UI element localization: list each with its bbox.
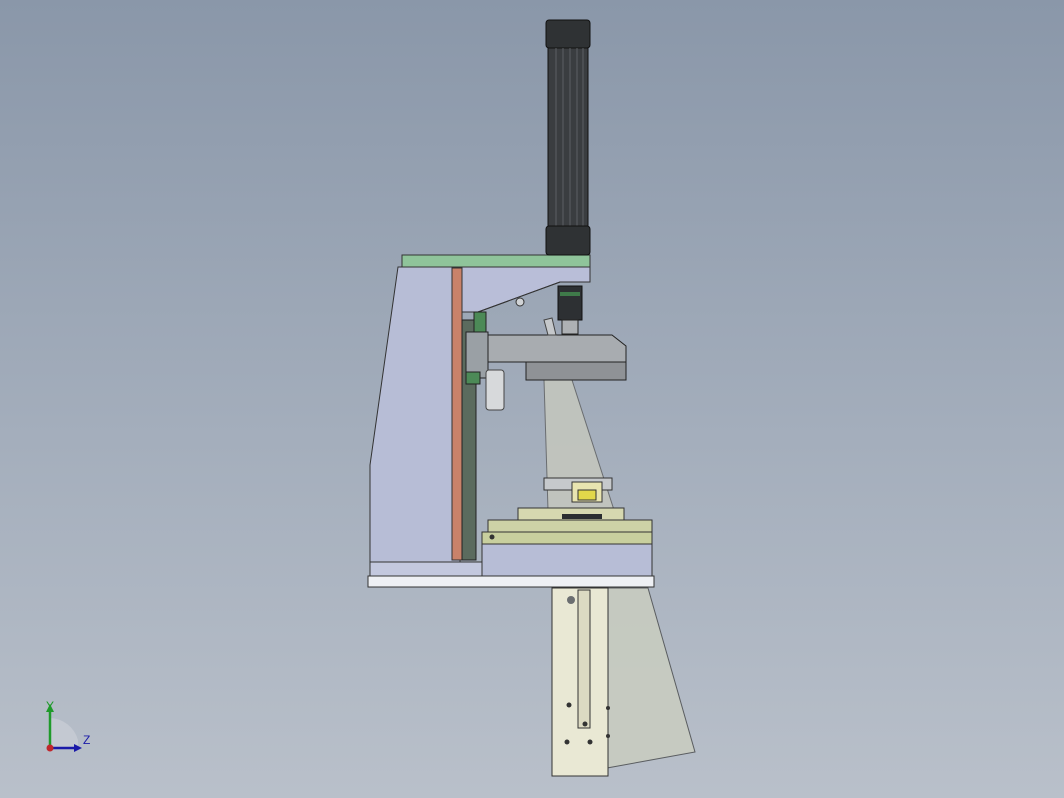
bolt-icon — [489, 534, 495, 540]
cylinder-base — [545, 225, 591, 256]
stage-plate — [487, 519, 653, 533]
cad-viewport[interactable]: Y Z — [0, 0, 1064, 798]
stage-slot — [562, 514, 602, 519]
triad-shade — [50, 718, 78, 748]
lower-bracket-slot — [577, 589, 591, 729]
bolt-icon — [515, 297, 525, 307]
sample-block — [577, 489, 597, 501]
nozzle-pin — [543, 317, 557, 336]
rod-end — [561, 319, 579, 335]
bolt-icon — [566, 702, 572, 708]
sensor-barrel — [485, 369, 505, 411]
head-arm — [487, 334, 627, 363]
base-plate — [367, 575, 655, 588]
bolt-icon — [587, 739, 593, 745]
carriage-green-lower — [465, 371, 481, 385]
carriage-green — [473, 311, 487, 333]
frame-column — [369, 266, 461, 563]
cylinder-cap — [545, 19, 591, 49]
rod-coupling — [557, 285, 583, 321]
base-lower-frame — [369, 561, 483, 577]
carriage-block — [465, 331, 489, 379]
bolt-icon — [582, 721, 588, 727]
bolt-icon — [606, 734, 610, 738]
stage-base — [481, 531, 653, 545]
bolt-icon — [567, 596, 575, 604]
machine-assembly-model[interactable] — [0, 0, 1064, 798]
origin-icon — [46, 744, 54, 752]
light-beam-lower — [606, 587, 696, 769]
coupling-ring — [560, 292, 580, 296]
y-axis-label: Y — [46, 699, 55, 713]
head-block — [525, 361, 627, 381]
bolt-icon — [606, 706, 610, 710]
bolt-icon — [564, 739, 570, 745]
linear-rail — [451, 267, 463, 561]
cylinder-body — [547, 47, 589, 227]
z-axis-label: Z — [83, 733, 91, 747]
stage-housing — [481, 543, 653, 579]
top-plate — [401, 254, 591, 268]
